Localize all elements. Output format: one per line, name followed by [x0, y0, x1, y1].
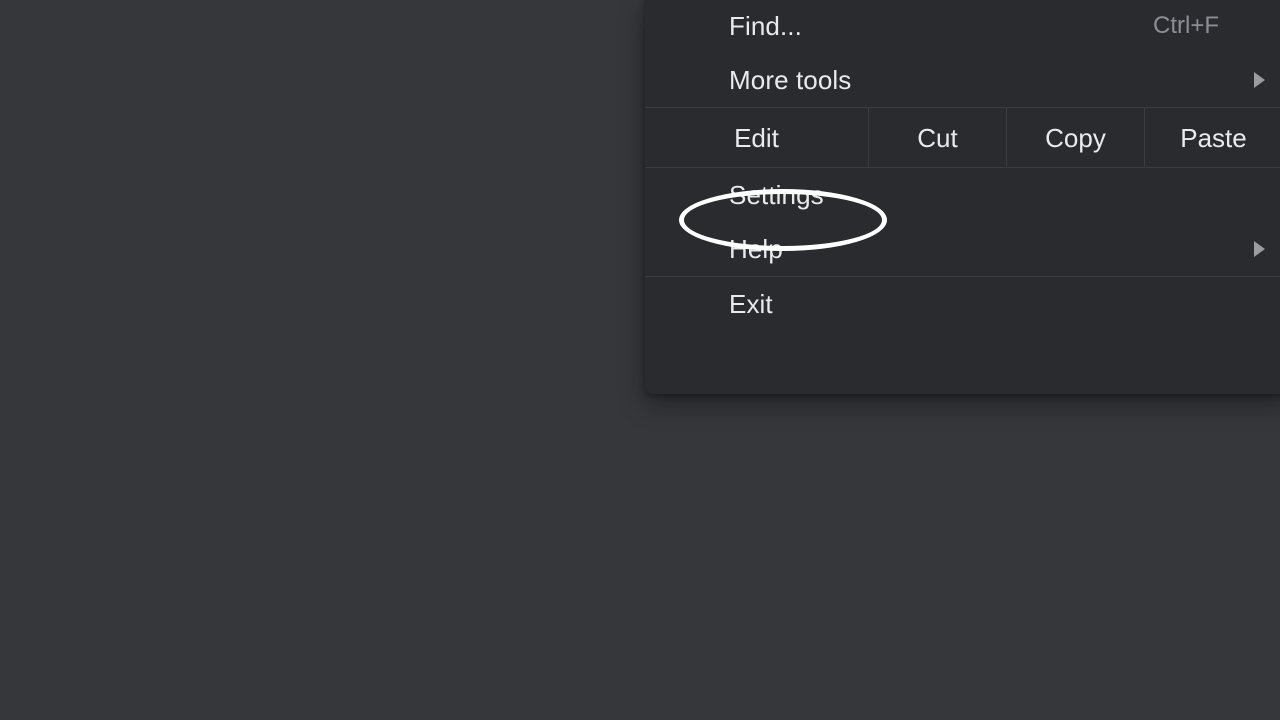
edit-button[interactable]: Edit: [645, 108, 868, 167]
menu-item-label: Find...: [729, 11, 802, 41]
menu-panel-bottom-padding: [645, 331, 1280, 364]
screen: Find... Ctrl+F More tools Edit Cut Copy …: [0, 0, 1280, 720]
chevron-right-icon: [1254, 241, 1265, 257]
menu-item-label: Exit: [729, 289, 773, 319]
edit-toolbar-row: Edit Cut Copy Paste: [645, 107, 1280, 168]
menu-item-exit[interactable]: Exit: [645, 277, 1280, 331]
chevron-right-icon: [1254, 72, 1265, 88]
menu-item-label: More tools: [729, 65, 852, 95]
menu-item-settings[interactable]: Settings: [645, 168, 1280, 222]
menu-item-label: Help: [729, 234, 783, 264]
dropdown-menu-panel: Find... Ctrl+F More tools Edit Cut Copy …: [645, 0, 1280, 394]
paste-button[interactable]: Paste: [1144, 108, 1280, 167]
menu-item-more-tools[interactable]: More tools: [645, 53, 1280, 107]
cut-button[interactable]: Cut: [868, 108, 1006, 167]
menu-item-help[interactable]: Help: [645, 222, 1280, 276]
copy-button[interactable]: Copy: [1006, 108, 1144, 167]
menu-item-find[interactable]: Find... Ctrl+F: [645, 0, 1280, 53]
menu-item-label: Settings: [729, 180, 824, 210]
menu-item-shortcut: Ctrl+F: [1153, 12, 1219, 39]
